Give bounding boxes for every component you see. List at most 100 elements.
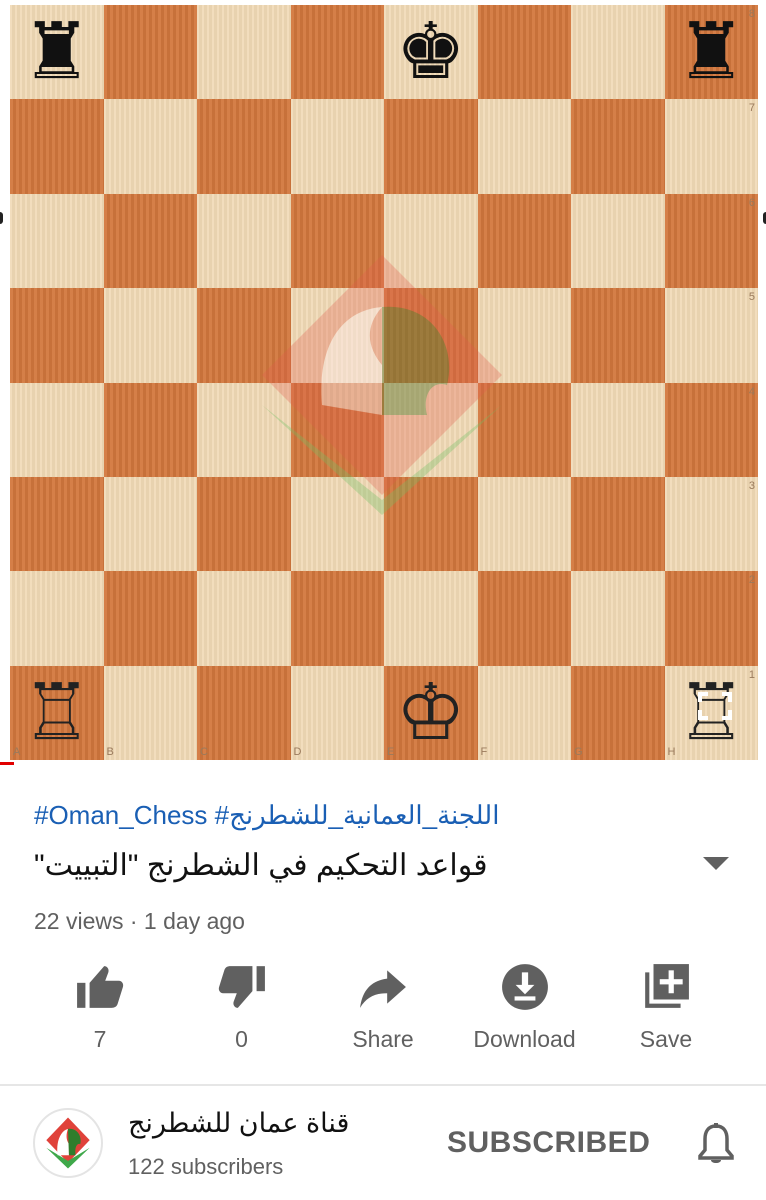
square-b1: B xyxy=(103,665,197,760)
square-g3 xyxy=(571,476,665,572)
share-label: Share xyxy=(352,1026,414,1052)
square-e2 xyxy=(384,571,478,666)
square-c8 xyxy=(197,5,291,100)
like-count: 7 xyxy=(93,1026,107,1052)
square-c7 xyxy=(197,99,291,194)
video-player[interactable]: ♜ ♚ 8 ♜ 7 6 5 4 3 2 A ♖ B C D E ♔ F G 1 H ♖ xyxy=(0,0,766,766)
square-h7: 7 xyxy=(664,99,758,194)
square-h4: 4 xyxy=(664,382,758,477)
square-a4 xyxy=(10,382,104,477)
square-d1: D xyxy=(290,665,384,760)
bell-icon[interactable] xyxy=(696,1122,736,1166)
dislike-button[interactable]: 0 xyxy=(172,962,312,1062)
file-label: E xyxy=(387,746,395,758)
black-rook-piece: ♜ xyxy=(21,7,92,98)
square-g6 xyxy=(571,193,665,289)
square-b7 xyxy=(103,99,197,194)
square-a1: A ♖ xyxy=(10,665,104,760)
square-g2 xyxy=(571,571,665,666)
square-f7 xyxy=(477,99,571,194)
square-d8 xyxy=(290,5,384,100)
white-king-piece: ♔ xyxy=(395,667,466,758)
thumb-up-icon xyxy=(77,966,124,1008)
hashtags[interactable]: #Oman_Chess #اللجنة_العمانية_للشطرنج xyxy=(34,800,499,831)
square-e7 xyxy=(384,99,478,194)
square-b6 xyxy=(103,193,197,289)
square-g8 xyxy=(571,5,665,100)
square-h2: 2 xyxy=(664,571,758,666)
download-icon xyxy=(501,964,548,1010)
video-progress-bar[interactable] xyxy=(0,762,14,765)
square-a3 xyxy=(10,476,104,572)
file-label: F xyxy=(480,746,488,758)
square-a6 xyxy=(10,193,104,289)
thumb-down-icon xyxy=(218,966,265,1008)
black-rook-piece: ♜ xyxy=(676,7,747,98)
subscriber-count: 122 subscribers xyxy=(128,1154,284,1179)
rank-label: 2 xyxy=(748,574,755,587)
view-stats: 22 views · 1 day ago xyxy=(34,908,245,934)
subscribed-button[interactable]: SUBSCRIBED xyxy=(447,1126,650,1160)
square-h5: 5 xyxy=(664,288,758,383)
oman-chess-watermark-logo xyxy=(262,255,502,515)
rank-label: 3 xyxy=(748,479,755,492)
save-label: Save xyxy=(639,1026,693,1052)
download-label: Download xyxy=(473,1026,576,1052)
rank-label: 4 xyxy=(748,385,755,398)
white-rook-piece: ♖ xyxy=(21,667,92,758)
rank-label: 1 xyxy=(748,668,755,681)
rank-label: 5 xyxy=(748,291,755,304)
channel-avatar[interactable] xyxy=(33,1108,103,1178)
chevron-down-icon[interactable] xyxy=(703,857,729,870)
square-a2 xyxy=(10,571,104,666)
file-label: D xyxy=(293,746,302,758)
square-c2 xyxy=(197,571,291,666)
dislike-count: 0 xyxy=(235,1026,248,1052)
rank-label: 6 xyxy=(748,196,755,209)
file-label: C xyxy=(200,746,208,758)
square-a5 xyxy=(10,288,104,383)
square-g1: G xyxy=(571,665,665,760)
square-h3: 3 xyxy=(664,476,758,572)
fullscreen-icon[interactable] xyxy=(696,690,734,722)
file-label: A xyxy=(13,746,21,758)
square-f8 xyxy=(477,5,571,100)
square-d2 xyxy=(290,571,384,666)
download-button[interactable]: Download xyxy=(455,962,595,1062)
square-b5 xyxy=(103,288,197,383)
square-f2 xyxy=(477,571,571,666)
square-g4 xyxy=(571,382,665,477)
square-b8 xyxy=(103,5,197,100)
channel-name[interactable]: قناة عمان للشطرنج xyxy=(128,1108,349,1139)
file-label: G xyxy=(574,746,583,758)
square-b4 xyxy=(103,382,197,477)
square-b2 xyxy=(103,571,197,666)
black-king-piece: ♚ xyxy=(395,7,466,98)
playlist-add-icon xyxy=(645,964,689,1008)
rank-label: 8 xyxy=(748,8,755,20)
square-g5 xyxy=(571,288,665,383)
player-edge-marker xyxy=(0,212,3,224)
channel-logo-icon xyxy=(46,1117,90,1169)
square-g7 xyxy=(571,99,665,194)
square-b3 xyxy=(103,476,197,572)
square-a7 xyxy=(10,99,104,194)
square-e8: ♚ xyxy=(384,5,478,100)
square-e1: E ♔ xyxy=(384,665,478,760)
square-c1: C xyxy=(197,665,291,760)
file-label: H xyxy=(667,746,676,758)
divider xyxy=(0,1084,766,1086)
like-button[interactable]: 7 xyxy=(30,962,170,1062)
file-label: B xyxy=(106,746,114,758)
square-a8: ♜ xyxy=(10,5,104,100)
share-icon xyxy=(360,970,406,1008)
video-title: قواعد التحكيم في الشطرنج "التبييت" xyxy=(34,849,488,882)
action-bar: 7 0 Share Download Save xyxy=(30,962,736,1062)
square-d7 xyxy=(290,99,384,194)
rank-label: 7 xyxy=(748,102,755,115)
save-button[interactable]: Save xyxy=(596,962,736,1062)
square-h8: 8 ♜ xyxy=(664,5,758,100)
square-h6: 6 xyxy=(664,193,758,289)
square-f1: F xyxy=(477,665,571,760)
share-button[interactable]: Share xyxy=(313,962,453,1062)
